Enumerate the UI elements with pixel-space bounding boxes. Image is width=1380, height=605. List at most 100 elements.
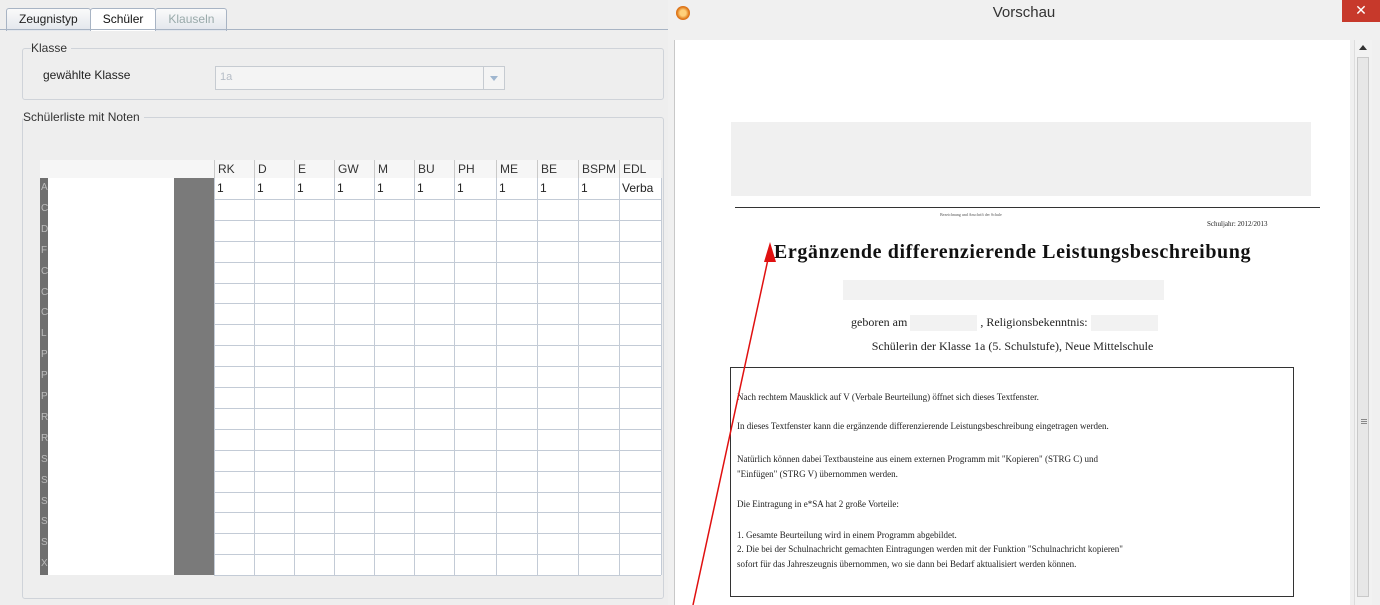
grid-vline <box>619 178 620 575</box>
row-initial: S <box>41 453 48 465</box>
tab-klauseln[interactable]: Klauseln <box>155 8 228 31</box>
grade-cell[interactable]: 1 <box>417 181 424 195</box>
column-header[interactable]: E <box>294 160 334 178</box>
student-extra-column <box>174 178 214 575</box>
row-initial: L <box>41 328 47 340</box>
grid-hline <box>214 407 661 409</box>
close-button[interactable]: ✕ <box>1342 0 1380 22</box>
student-name-column <box>40 178 174 575</box>
schuelerliste-title: Schülerliste mit Noten <box>23 110 144 124</box>
religion-label: , Religionsbekenntnis: <box>980 315 1088 329</box>
column-header[interactable]: M <box>374 160 414 178</box>
grade-cell[interactable]: 1 <box>297 181 304 195</box>
row-initial: S <box>41 474 48 486</box>
row-initial: S <box>41 537 48 549</box>
column-header[interactable]: BE <box>537 160 578 178</box>
grade-cell[interactable]: 1 <box>377 181 384 195</box>
grid-vline <box>374 178 375 575</box>
text-line: "Einfügen" (STRG V) übernommen werden. <box>737 469 898 479</box>
column-header[interactable]: D <box>254 160 294 178</box>
text-line: 2. Die bei der Schulnachricht gemachten … <box>737 544 1123 554</box>
grid-hline <box>214 491 661 493</box>
grade-cell[interactable]: 1 <box>337 181 344 195</box>
grade-cell[interactable]: 1 <box>257 181 264 195</box>
grade-cell[interactable]: 1 <box>540 181 547 195</box>
geboren-label: geboren am <box>851 315 908 329</box>
row-initial: D <box>41 223 49 235</box>
klasse-select[interactable]: 1a <box>215 66 505 90</box>
schuljahr-label: Schuljahr: 2012/2013 <box>1207 220 1268 228</box>
row-initial: C <box>41 286 49 298</box>
grid-vline <box>454 178 455 575</box>
grid-hline <box>214 303 661 305</box>
header-rule <box>735 207 1320 208</box>
grid-hline <box>214 575 661 577</box>
vertical-scrollbar[interactable] <box>1354 40 1372 605</box>
row-initial: P <box>41 349 48 361</box>
column-header[interactable]: GW <box>334 160 374 178</box>
grade-cell[interactable]: 1 <box>499 181 506 195</box>
grid-vline <box>661 178 662 575</box>
row-initial: P <box>41 391 48 402</box>
preview-titlebar[interactable]: Vorschau ✕ <box>668 0 1380 27</box>
row-initial: C <box>41 202 49 214</box>
tab-zeugnistyp[interactable]: Zeugnistyp <box>6 8 91 31</box>
school-address-label: Bezeichnung und Anschrift der Schule <box>940 212 1002 217</box>
scroll-thumb[interactable] <box>1357 57 1369 597</box>
column-header[interactable]: PH <box>454 160 496 178</box>
text-line: In dieses Textfenster kann die ergänzend… <box>737 421 1109 431</box>
text-line: sofort für das Jahreszeugnis übernommen,… <box>737 559 1077 569</box>
grid-hline <box>214 387 661 388</box>
column-header[interactable]: RK <box>214 160 254 178</box>
grid-hline <box>214 240 661 242</box>
row-initial: P <box>41 370 48 382</box>
text-line: Natürlich können dabei Textbausteine aus… <box>737 454 1098 464</box>
grid-hline <box>214 428 661 430</box>
text-line: Die Eintragung in e*SA hat 2 große Vorte… <box>737 499 899 509</box>
school-header-box <box>731 122 1311 196</box>
grid-hline <box>214 282 661 284</box>
row-initial: C <box>41 307 49 319</box>
column-header[interactable]: BU <box>414 160 454 178</box>
column-header[interactable]: BSPM <box>578 160 619 178</box>
grid-vline <box>414 178 415 575</box>
grid-vline <box>578 178 579 575</box>
grid-vline <box>254 178 255 575</box>
column-header[interactable]: ME <box>496 160 537 178</box>
grip-line <box>1361 421 1367 422</box>
grid-vline <box>496 178 497 575</box>
row-initial: X <box>41 558 48 570</box>
grid-hline <box>214 533 661 535</box>
row-initial: R <box>41 432 49 444</box>
grid-hline <box>214 449 661 451</box>
column-header[interactable]: EDL <box>619 160 661 178</box>
grade-cell[interactable]: 1 <box>457 181 464 195</box>
document-page: Bezeichnung und Anschrift der Schule Sch… <box>674 40 1350 605</box>
grades-table-body[interactable] <box>214 178 661 575</box>
row-initial: R <box>41 411 49 423</box>
grid-hline <box>214 366 661 368</box>
grip-line <box>1361 419 1367 420</box>
grid-hline <box>214 324 661 326</box>
tab-bar: Zeugnistyp Schüler Klauseln <box>6 8 228 31</box>
klasse-select-value: 1a <box>220 71 233 83</box>
grip-line <box>1361 423 1367 424</box>
grid-hline <box>214 219 661 221</box>
tab-schueler[interactable]: Schüler <box>89 8 157 31</box>
preview-window-title: Vorschau <box>992 4 1056 21</box>
grid-hline <box>214 512 661 514</box>
main-app-panel: Zeugnistyp Schüler Klauseln Klasse gewäh… <box>0 0 668 605</box>
assessment-textbox[interactable]: Nach rechtem Mausklick auf V (Verbale Be… <box>730 367 1294 597</box>
student-name-field <box>843 280 1164 300</box>
birth-line: geboren am , Religionsbekenntnis: <box>851 315 1158 332</box>
scroll-up-icon[interactable] <box>1355 40 1372 57</box>
grid-vline <box>294 178 295 575</box>
grade-cell[interactable]: Verba <box>622 181 653 195</box>
row-initial: C <box>41 265 49 277</box>
grade-cell[interactable]: 1 <box>581 181 588 195</box>
grid-vline <box>537 178 538 575</box>
chevron-down-icon[interactable] <box>483 67 504 89</box>
grade-cell[interactable]: 1 <box>217 181 224 195</box>
grid-hline <box>214 470 661 472</box>
document-title: Ergänzende differenzierende Leistungsbes… <box>773 241 1252 263</box>
